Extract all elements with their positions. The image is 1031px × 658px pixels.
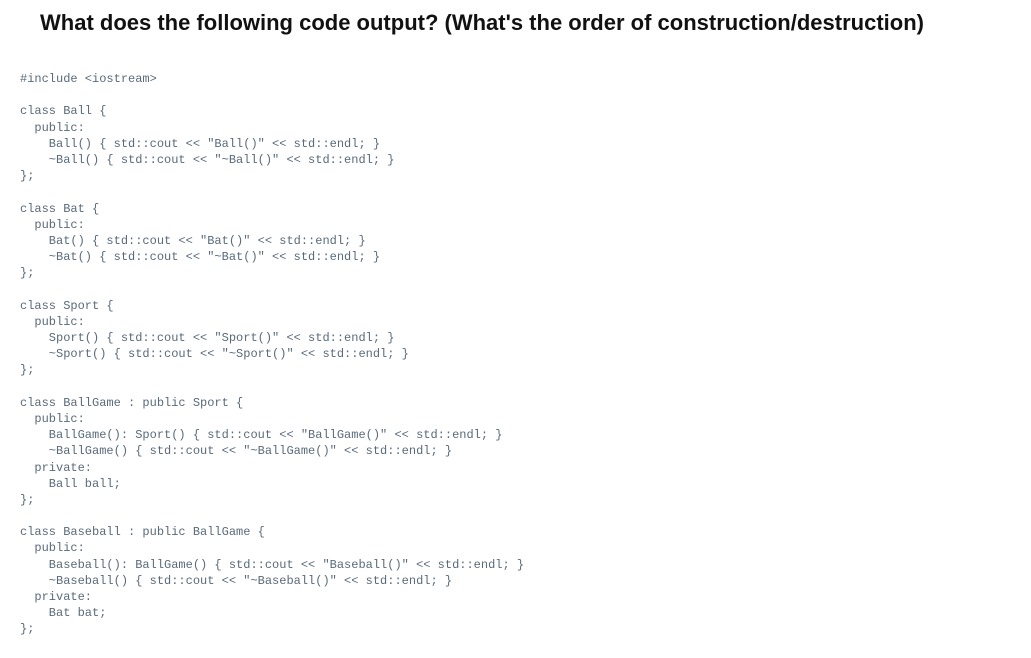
question-heading: What does the following code output? (Wh… (20, 10, 1011, 36)
code-listing: #include <iostream> class Ball { public:… (20, 71, 1011, 638)
